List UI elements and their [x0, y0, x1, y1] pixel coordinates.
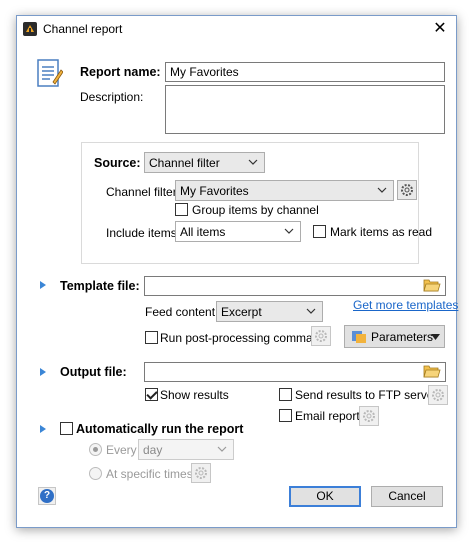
group-items-checkbox[interactable]: [175, 203, 188, 216]
title-bar: Channel report ✕: [17, 16, 456, 44]
description-label: Description:: [80, 90, 144, 104]
post-processing-label: Run post-processing command: [160, 331, 327, 345]
close-icon[interactable]: ✕: [430, 19, 450, 39]
template-file-label: Template file:: [60, 279, 140, 293]
gear-icon: [195, 467, 207, 479]
email-report-checkbox[interactable]: [279, 409, 292, 422]
every-label: Every: [106, 443, 137, 457]
auto-run-checkbox[interactable]: [60, 422, 73, 435]
feed-content-select[interactable]: Excerpt: [216, 301, 323, 322]
parameters-icon: [351, 329, 367, 344]
channel-report-dialog: Channel report ✕ Report name: My Favorit…: [16, 15, 458, 528]
template-file-input[interactable]: [144, 276, 446, 296]
mark-read-checkbox[interactable]: [313, 225, 326, 238]
source-select[interactable]: Channel filter: [144, 152, 265, 173]
gear-icon: [315, 330, 327, 342]
report-name-label: Report name:: [80, 65, 161, 79]
help-button[interactable]: ?: [38, 487, 56, 505]
post-processing-settings-button[interactable]: [311, 326, 331, 346]
gear-icon: [401, 184, 413, 196]
auto-run-expand-icon[interactable]: [40, 425, 46, 433]
app-icon: [23, 22, 37, 36]
chevron-down-icon: [248, 159, 258, 165]
show-results-checkbox[interactable]: [145, 388, 158, 401]
ftp-checkbox[interactable]: [279, 388, 292, 401]
output-file-label: Output file:: [60, 365, 127, 379]
gear-icon: [363, 410, 375, 422]
gear-icon: [432, 389, 444, 401]
chevron-down-icon: [377, 187, 387, 193]
show-results-label: Show results: [160, 388, 229, 402]
get-more-templates-link[interactable]: Get more templates: [353, 298, 458, 312]
caret-down-icon: [431, 334, 440, 340]
folder-open-icon[interactable]: [423, 277, 441, 293]
auto-run-label: Automatically run the report: [76, 422, 244, 436]
parameters-label: Parameters: [371, 330, 434, 344]
source-label: Source:: [94, 156, 141, 170]
feed-content-value: Excerpt: [221, 305, 262, 319]
channel-filter-settings-button[interactable]: [397, 180, 417, 200]
source-select-value: Channel filter: [149, 156, 220, 170]
report-icon: [35, 58, 64, 88]
description-input[interactable]: [165, 85, 445, 134]
feed-content-label: Feed content:: [145, 305, 219, 319]
ftp-settings-button[interactable]: [428, 385, 448, 405]
chevron-down-icon: [306, 308, 316, 314]
cancel-button[interactable]: Cancel: [371, 486, 443, 507]
ftp-label: Send results to FTP server: [295, 388, 438, 402]
ok-button[interactable]: OK: [289, 486, 361, 507]
mark-read-label: Mark items as read: [330, 225, 433, 239]
include-items-select[interactable]: All items: [175, 221, 301, 242]
every-radio[interactable]: [89, 443, 102, 456]
chevron-down-icon: [217, 446, 227, 452]
parameters-button[interactable]: Parameters: [344, 325, 445, 348]
channel-filter-select[interactable]: My Favorites: [175, 180, 394, 201]
window-title: Channel report: [43, 22, 123, 36]
output-expand-icon[interactable]: [40, 368, 46, 376]
template-expand-icon[interactable]: [40, 281, 46, 289]
every-value: day: [143, 443, 163, 457]
specific-times-settings-button[interactable]: [191, 463, 211, 483]
email-settings-button[interactable]: [359, 406, 379, 426]
chevron-down-icon: [284, 228, 294, 234]
report-name-input[interactable]: My Favorites: [165, 62, 445, 82]
specific-times-label: At specific times: [106, 467, 193, 481]
channel-filter-label: Channel filter:: [106, 185, 181, 199]
help-icon: ?: [40, 489, 54, 503]
every-select[interactable]: day: [138, 439, 234, 460]
post-processing-checkbox[interactable]: [145, 331, 158, 344]
folder-open-icon[interactable]: [423, 363, 441, 379]
channel-filter-value: My Favorites: [180, 184, 249, 198]
include-items-label: Include items:: [106, 226, 181, 240]
group-items-label: Group items by channel: [192, 203, 319, 217]
output-file-input[interactable]: [144, 362, 446, 382]
email-report-label: Email report: [295, 409, 360, 423]
specific-times-radio[interactable]: [89, 467, 102, 480]
include-items-value: All items: [180, 225, 226, 239]
